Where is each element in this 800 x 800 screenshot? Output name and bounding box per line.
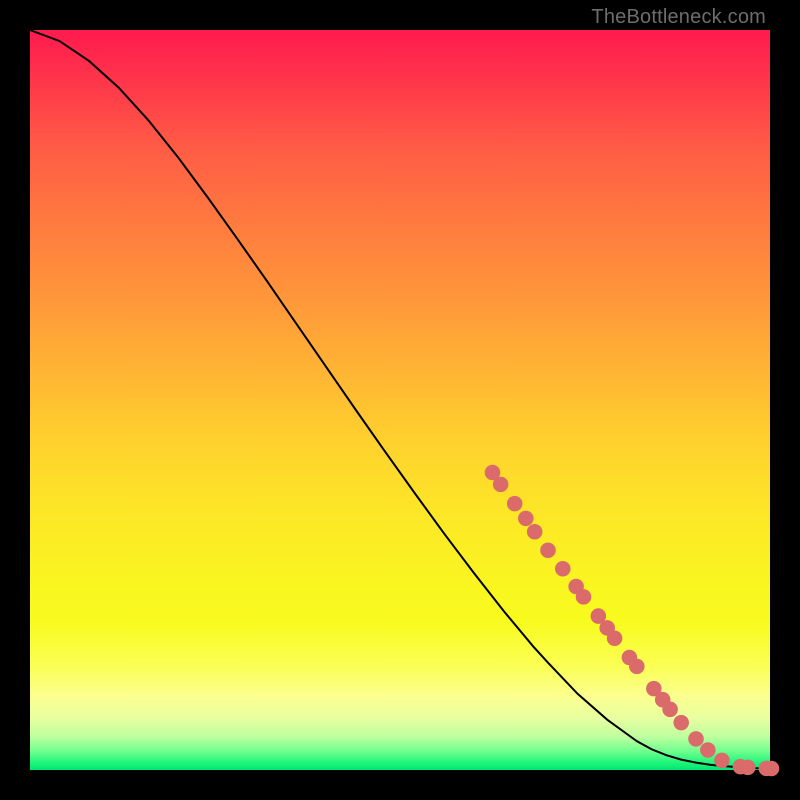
curve-marker: [673, 715, 689, 731]
curve-line: [30, 30, 770, 769]
curve-marker: [540, 542, 556, 558]
curve-marker: [555, 561, 571, 577]
curve-marker: [662, 702, 678, 718]
curve-marker: [700, 742, 716, 758]
chart-area: [30, 30, 770, 770]
curve-markers: [485, 465, 780, 777]
curve-marker: [607, 631, 623, 647]
curve-marker: [714, 753, 730, 769]
curve-marker: [740, 760, 756, 776]
curve-marker: [688, 731, 704, 747]
curve-marker: [493, 477, 509, 493]
curve-marker: [764, 761, 780, 777]
curve-marker: [576, 589, 592, 605]
watermark-text: TheBottleneck.com: [591, 6, 766, 29]
curve-marker: [518, 511, 534, 527]
curve-marker: [527, 524, 543, 540]
curve-marker: [507, 496, 523, 512]
curve-marker: [629, 659, 645, 675]
chart-svg: [30, 30, 770, 770]
